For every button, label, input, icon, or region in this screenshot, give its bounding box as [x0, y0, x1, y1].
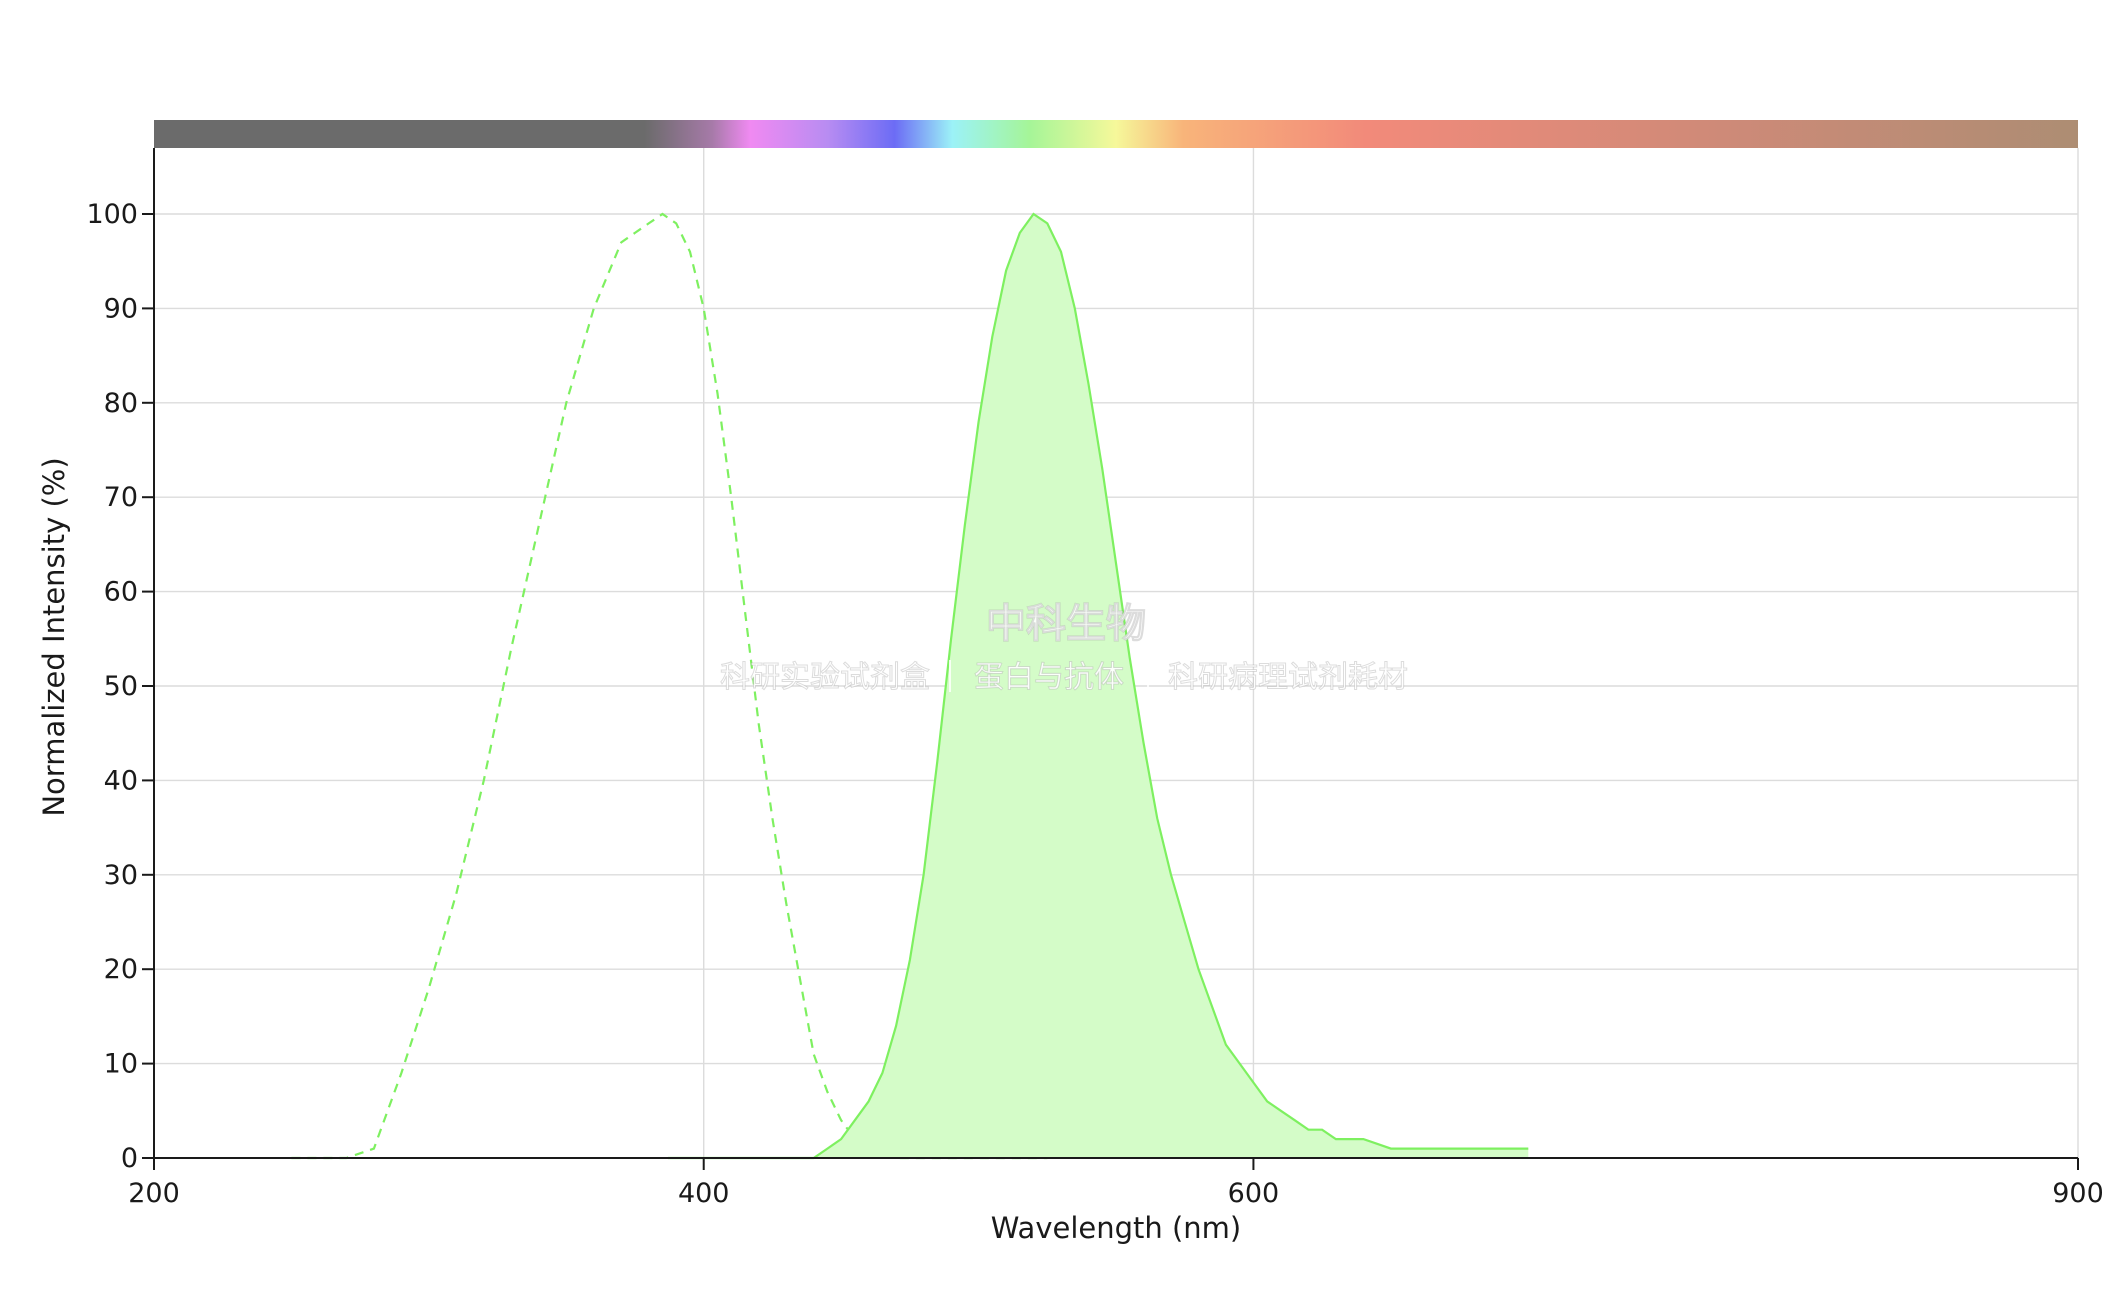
spectrum-bar [154, 120, 2078, 148]
spectrum-chart: 0 10 20 30 40 50 60 70 80 90 100 200 400 600 900 Wavel… [0, 0, 2120, 1284]
y-tick-label: 40 [104, 765, 138, 796]
y-tick-label: 100 [86, 199, 138, 230]
y-tick-label: 50 [104, 671, 138, 702]
y-tick-label: 10 [104, 1049, 138, 1080]
x-tick-label: 400 [678, 1178, 730, 1209]
watermark-subtitle-1: 科研实验试剂盒 [720, 660, 930, 695]
y-tick-label: 0 [121, 1143, 138, 1174]
y-tick-label: 30 [104, 860, 138, 891]
watermark-title: 中科生物 [986, 601, 1146, 647]
x-axis-title: Wavelength (nm) [991, 1211, 1242, 1245]
y-tick-label: 80 [104, 388, 138, 419]
watermark-subtitle-3: 科研病理试剂耗材 [1168, 660, 1408, 695]
chart-svg: 0 10 20 30 40 50 60 70 80 90 100 200 400 600 900 Wavel… [37, 120, 2104, 1245]
y-axis-title: Normalized Intensity (%) [37, 457, 71, 816]
y-tick-label: 60 [104, 577, 138, 608]
y-tick-label: 20 [104, 954, 138, 985]
y-tick-label: 70 [104, 482, 138, 513]
x-tick-label: 600 [1228, 1178, 1280, 1209]
x-tick-label: 200 [128, 1178, 180, 1209]
watermark-subtitle-2: 蛋白与抗体 [974, 660, 1124, 695]
y-tick-label: 90 [104, 293, 138, 324]
x-tick-label: 900 [2052, 1178, 2104, 1209]
